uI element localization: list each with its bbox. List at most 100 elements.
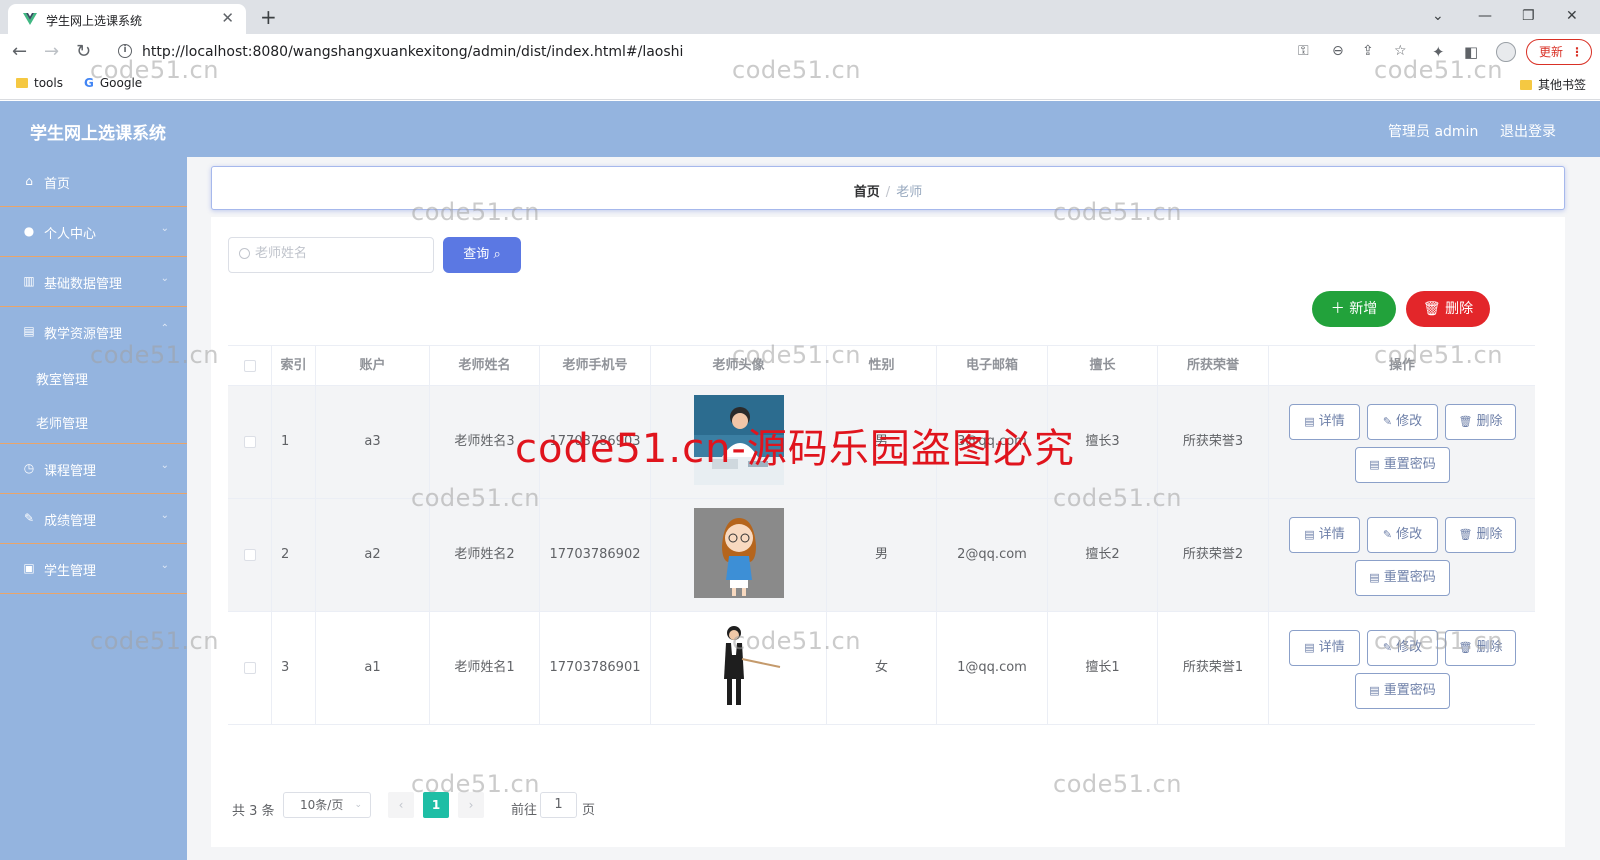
cell-account: a1 <box>316 612 430 724</box>
cell-phone: 17703786903 <box>540 386 651 498</box>
detail-button[interactable]: ▤ 详情 <box>1289 630 1360 666</box>
table-row: 1 a3 老师姓名3 17703786903 男 3@qq.com 擅长3 所获… <box>228 386 1535 499</box>
row-checkbox[interactable] <box>243 661 256 674</box>
next-page-button[interactable]: › <box>458 792 484 818</box>
trash-icon: 🗑 <box>1458 528 1473 541</box>
col-name: 老师姓名 <box>430 346 540 386</box>
sidebar-item-course[interactable]: ◷ 课程管理 ⌄ <box>0 444 187 494</box>
breadcrumb-separator: / <box>885 185 891 200</box>
cell-email: 3@qq.com <box>937 386 1048 498</box>
content-card: 查询 ⌕ ＋ 新增 🗑 删除 索引 账户 老师姓名 老师手机号 老师头像 性别 … <box>211 217 1565 847</box>
detail-button[interactable]: ▤ 详情 <box>1289 517 1360 553</box>
update-button[interactable]: 更新 ⋮ <box>1526 39 1592 65</box>
extensions-icon[interactable]: ✦ <box>1432 43 1445 61</box>
zoom-icon[interactable]: ⊖ <box>1332 43 1344 59</box>
sidebar-item-grades[interactable]: ✎ 成绩管理 ⌄ <box>0 494 187 544</box>
delete-button[interactable]: 🗑 删除 <box>1445 630 1516 666</box>
breadcrumb-current: 老师 <box>896 185 923 200</box>
key-icon[interactable]: ⚿ <box>1298 43 1309 59</box>
edit-button[interactable]: ✎ 修改 <box>1367 630 1438 666</box>
pagination: 共 3 条 10条/页 ⌄ ‹ 1 › 前往 1 页 <box>228 792 828 822</box>
sidepanel-icon[interactable]: ◧ <box>1464 43 1478 61</box>
bookmark-google[interactable]: G Google <box>84 76 142 90</box>
data-icon: ▥ <box>23 274 35 288</box>
add-button[interactable]: ＋ 新增 <box>1312 291 1396 327</box>
cell-honor: 所获荣誉1 <box>1158 612 1269 724</box>
new-tab-icon[interactable]: + <box>260 4 277 30</box>
logout-link[interactable]: 退出登录 <box>1500 121 1556 141</box>
bookmark-other[interactable]: 其他书签 <box>1520 76 1586 93</box>
goto-page-input[interactable]: 1 <box>540 792 577 818</box>
profile-avatar-icon[interactable] <box>1496 42 1516 62</box>
breadcrumb-card: 首页 / 老师 <box>211 166 1565 210</box>
user-icon: ● <box>23 224 35 238</box>
reset-password-button[interactable]: ▤ 重置密码 <box>1355 560 1450 596</box>
restore-icon[interactable]: ❐ <box>1522 4 1535 28</box>
sidebar-subitem-teacher[interactable]: 老师管理 <box>0 399 187 444</box>
delete-button[interactable]: 🗑 删除 <box>1445 404 1516 440</box>
grade-icon: ✎ <box>23 511 35 525</box>
close-icon[interactable]: ✕ <box>221 10 234 26</box>
cell-name: 老师姓名3 <box>430 386 540 498</box>
cell-index: 1 <box>272 386 316 498</box>
app-brand: 学生网上选课系统 <box>30 124 166 144</box>
star-icon[interactable]: ☆ <box>1394 43 1407 59</box>
address-bar[interactable]: i http://localhost:8080/wangshangxuankex… <box>106 38 1407 66</box>
cell-actions: ▤ 详情 ✎ 修改 🗑 删除 ▤ 重置密码 <box>1269 612 1535 724</box>
page-size-select[interactable]: 10条/页 ⌄ <box>283 792 371 818</box>
reload-icon[interactable]: ↻ <box>76 40 91 64</box>
prev-page-button[interactable]: ‹ <box>388 792 414 818</box>
google-icon: G <box>84 76 94 90</box>
bookmark-tools[interactable]: tools <box>16 76 63 90</box>
row-checkbox[interactable] <box>243 548 256 561</box>
teacher-photo <box>694 508 784 598</box>
sidebar-item-base-data[interactable]: ▥ 基础数据管理 ⌄ <box>0 257 187 307</box>
forward-icon[interactable]: → <box>44 40 59 64</box>
detail-button[interactable]: ▤ 详情 <box>1289 404 1360 440</box>
search-button[interactable]: 查询 ⌕ <box>443 237 521 273</box>
document-icon: ▤ <box>1304 641 1315 654</box>
share-icon[interactable]: ⇪ <box>1362 43 1374 59</box>
cell-email: 1@qq.com <box>937 612 1048 724</box>
bookmarks-bar: tools G Google 其他书签 <box>0 70 1600 100</box>
chevron-down-icon: ⌄ <box>160 510 169 521</box>
browser-tab[interactable]: 学生网上选课系统 ✕ <box>8 4 246 34</box>
col-phone: 老师手机号 <box>540 346 651 386</box>
current-user: 管理员 admin <box>1388 124 1479 140</box>
tab-search-icon[interactable]: ⌄ <box>1432 4 1444 28</box>
edit-button[interactable]: ✎ 修改 <box>1367 404 1438 440</box>
edit-button[interactable]: ✎ 修改 <box>1367 517 1438 553</box>
sidebar-item-profile[interactable]: ● 个人中心 ⌄ <box>0 207 187 257</box>
cell-account: a2 <box>316 499 430 611</box>
search-icon: ⌕ <box>493 247 501 262</box>
table-row: 3 a1 老师姓名1 17703786901 女 1@qq.com 擅长1 所获… <box>228 612 1535 725</box>
sidebar-item-students[interactable]: ▣ 学生管理 ⌄ <box>0 544 187 594</box>
bulk-delete-button[interactable]: 🗑 删除 <box>1406 291 1490 327</box>
search-input[interactable] <box>255 246 425 261</box>
plus-icon: ＋ <box>1330 301 1345 317</box>
window-close-icon[interactable]: ✕ <box>1566 4 1578 28</box>
cell-actions: ▤ 详情 ✎ 修改 🗑 删除 ▤ 重置密码 <box>1269 386 1535 498</box>
teacher-name-search-input[interactable] <box>228 237 434 273</box>
minimize-icon[interactable]: — <box>1478 4 1492 28</box>
breadcrumb-home[interactable]: 首页 <box>854 185 880 200</box>
chevron-down-icon: ⌄ <box>354 800 362 810</box>
select-all-checkbox[interactable] <box>243 359 256 372</box>
reset-password-button[interactable]: ▤ 重置密码 <box>1355 673 1450 709</box>
delete-button[interactable]: 🗑 删除 <box>1445 517 1516 553</box>
update-label: 更新 <box>1539 45 1564 59</box>
folder-icon <box>16 78 28 88</box>
chevron-down-icon: ⌄ <box>160 273 169 284</box>
back-icon[interactable]: ← <box>12 40 27 64</box>
cell-avatar <box>651 386 827 498</box>
sidebar-subitem-classroom[interactable]: 教室管理 <box>0 355 187 399</box>
site-info-icon[interactable]: i <box>118 44 132 58</box>
page-number-button[interactable]: 1 <box>423 792 449 818</box>
sidebar-item-home[interactable]: ⌂ 首页 <box>0 157 187 207</box>
goto-unit: 页 <box>582 803 596 818</box>
row-checkbox[interactable] <box>243 435 256 448</box>
address-url[interactable]: http://localhost:8080/wangshangxuankexit… <box>142 44 683 60</box>
reset-password-button[interactable]: ▤ 重置密码 <box>1355 447 1450 483</box>
sidebar-item-teaching-resources[interactable]: ▤ 教学资源管理 ⌃ <box>0 307 187 357</box>
cell-index: 2 <box>272 499 316 611</box>
